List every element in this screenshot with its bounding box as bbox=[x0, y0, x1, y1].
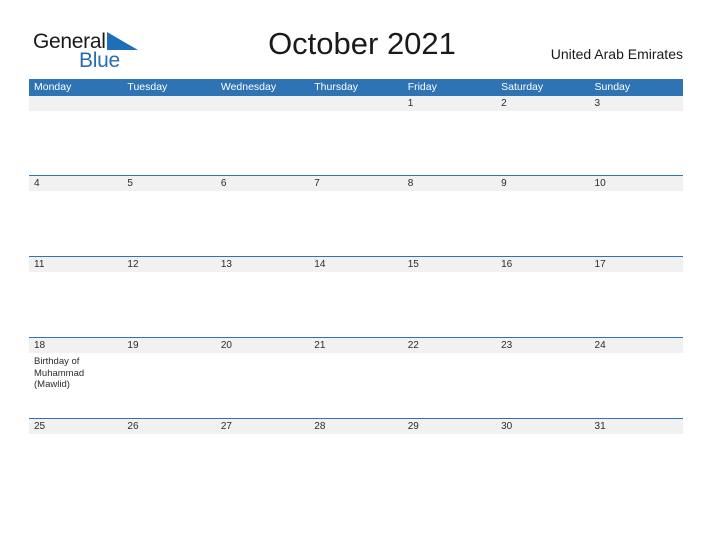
day-event[interactable] bbox=[122, 272, 215, 337]
day-event-holiday[interactable]: Birthday of Muhammad (Mawlid) bbox=[29, 353, 122, 418]
week-date-row: 4 5 6 7 8 9 10 bbox=[29, 176, 683, 191]
week-date-row: 18 19 20 21 22 23 24 bbox=[29, 338, 683, 353]
day-number[interactable]: 21 bbox=[309, 338, 402, 353]
day-number[interactable]: 5 bbox=[122, 176, 215, 191]
day-number[interactable]: 16 bbox=[496, 257, 589, 272]
day-event[interactable] bbox=[216, 272, 309, 337]
day-number[interactable]: 12 bbox=[122, 257, 215, 272]
day-event[interactable] bbox=[403, 191, 496, 256]
week-row: 11 12 13 14 15 16 17 bbox=[29, 256, 683, 337]
day-number[interactable] bbox=[122, 96, 215, 111]
day-number[interactable]: 11 bbox=[29, 257, 122, 272]
day-event[interactable] bbox=[309, 191, 402, 256]
weekday-header-thursday: Thursday bbox=[314, 81, 359, 93]
page-title: October 2021 bbox=[268, 26, 456, 61]
day-number[interactable]: 31 bbox=[590, 419, 683, 434]
day-event[interactable] bbox=[309, 353, 402, 418]
weekday-header-saturday: Saturday bbox=[501, 81, 544, 93]
day-number[interactable]: 10 bbox=[590, 176, 683, 191]
day-number[interactable]: 13 bbox=[216, 257, 309, 272]
logo-text-blue: Blue bbox=[79, 49, 120, 72]
day-event[interactable] bbox=[496, 111, 589, 175]
week-event-row bbox=[29, 191, 683, 256]
day-number[interactable]: 18 bbox=[29, 338, 122, 353]
day-number[interactable]: 19 bbox=[122, 338, 215, 353]
weekday-header-sunday: Sunday bbox=[594, 81, 631, 93]
day-number[interactable] bbox=[309, 96, 402, 111]
day-number[interactable]: 26 bbox=[122, 419, 215, 434]
day-event[interactable] bbox=[29, 111, 122, 175]
day-event[interactable] bbox=[29, 191, 122, 256]
day-event[interactable] bbox=[403, 434, 496, 499]
week-row: 18 19 20 21 22 23 24 Birthday of Muhamma… bbox=[29, 337, 683, 418]
day-event[interactable] bbox=[29, 272, 122, 337]
day-number[interactable]: 22 bbox=[403, 338, 496, 353]
day-event[interactable] bbox=[403, 353, 496, 418]
day-number[interactable]: 25 bbox=[29, 419, 122, 434]
day-number[interactable]: 29 bbox=[403, 419, 496, 434]
day-event[interactable] bbox=[29, 434, 122, 499]
weekday-header-row: Monday Tuesday Wednesday Thursday Friday… bbox=[29, 79, 683, 96]
day-event[interactable] bbox=[309, 111, 402, 175]
week-event-row bbox=[29, 111, 683, 175]
day-number[interactable]: 23 bbox=[496, 338, 589, 353]
week-date-row: 11 12 13 14 15 16 17 bbox=[29, 257, 683, 272]
day-event[interactable] bbox=[216, 191, 309, 256]
day-event[interactable] bbox=[590, 272, 683, 337]
day-number[interactable]: 28 bbox=[309, 419, 402, 434]
week-date-row: 25 26 27 28 29 30 31 bbox=[29, 419, 683, 434]
day-event[interactable] bbox=[496, 353, 589, 418]
day-number[interactable]: 3 bbox=[590, 96, 683, 111]
week-row: 25 26 27 28 29 30 31 bbox=[29, 418, 683, 499]
day-number[interactable]: 2 bbox=[496, 96, 589, 111]
week-date-row: 1 2 3 bbox=[29, 96, 683, 111]
day-event[interactable] bbox=[590, 434, 683, 499]
day-event[interactable] bbox=[403, 111, 496, 175]
day-event[interactable] bbox=[309, 272, 402, 337]
weekday-header-friday: Friday bbox=[407, 81, 437, 93]
day-number[interactable]: 24 bbox=[590, 338, 683, 353]
weekday-header-monday: Monday bbox=[34, 81, 72, 93]
day-event[interactable] bbox=[309, 434, 402, 499]
general-blue-logo[interactable]: General Blue bbox=[33, 30, 163, 72]
day-number[interactable]: 30 bbox=[496, 419, 589, 434]
day-number[interactable]: 7 bbox=[309, 176, 402, 191]
day-event[interactable] bbox=[216, 111, 309, 175]
page-header: General Blue October 2021 United Arab Em… bbox=[0, 0, 712, 78]
day-event[interactable] bbox=[122, 191, 215, 256]
day-number[interactable]: 17 bbox=[590, 257, 683, 272]
day-number[interactable]: 4 bbox=[29, 176, 122, 191]
day-event[interactable] bbox=[403, 272, 496, 337]
day-number[interactable]: 27 bbox=[216, 419, 309, 434]
day-event[interactable] bbox=[216, 434, 309, 499]
week-row: 4 5 6 7 8 9 10 bbox=[29, 175, 683, 256]
day-event[interactable] bbox=[590, 111, 683, 175]
weekday-header-wednesday: Wednesday bbox=[220, 81, 277, 93]
week-event-row bbox=[29, 434, 683, 499]
day-number[interactable] bbox=[29, 96, 122, 111]
day-event[interactable] bbox=[122, 353, 215, 418]
calendar-grid: Monday Tuesday Wednesday Thursday Friday… bbox=[29, 79, 683, 499]
day-event[interactable] bbox=[590, 353, 683, 418]
day-number[interactable]: 20 bbox=[216, 338, 309, 353]
day-number[interactable]: 9 bbox=[496, 176, 589, 191]
day-event[interactable] bbox=[122, 111, 215, 175]
day-event[interactable] bbox=[216, 353, 309, 418]
week-row: 1 2 3 bbox=[29, 96, 683, 175]
day-event[interactable] bbox=[496, 272, 589, 337]
day-number[interactable]: 14 bbox=[309, 257, 402, 272]
day-number[interactable]: 8 bbox=[403, 176, 496, 191]
day-number[interactable] bbox=[216, 96, 309, 111]
day-number[interactable]: 6 bbox=[216, 176, 309, 191]
day-event[interactable] bbox=[122, 434, 215, 499]
day-number[interactable]: 15 bbox=[403, 257, 496, 272]
day-event[interactable] bbox=[496, 191, 589, 256]
week-event-row: Birthday of Muhammad (Mawlid) bbox=[29, 353, 683, 418]
region-label: United Arab Emirates bbox=[550, 46, 683, 62]
weekday-header-tuesday: Tuesday bbox=[127, 81, 168, 93]
day-event[interactable] bbox=[496, 434, 589, 499]
week-event-row bbox=[29, 272, 683, 337]
day-number[interactable]: 1 bbox=[403, 96, 496, 111]
day-event[interactable] bbox=[590, 191, 683, 256]
